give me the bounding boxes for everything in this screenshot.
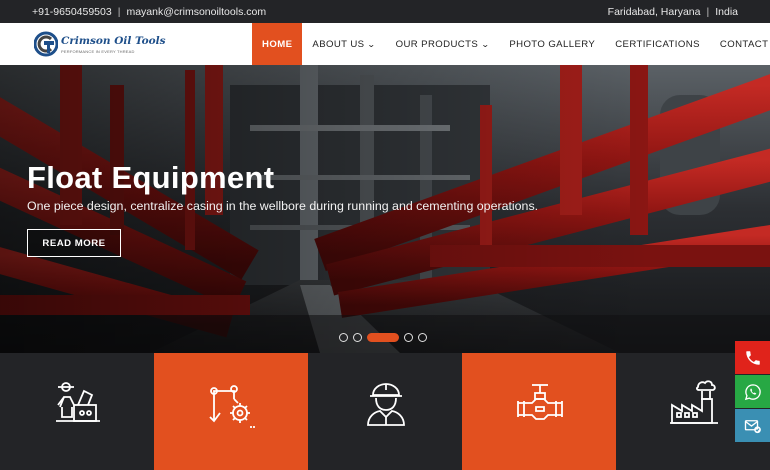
phone-icon [745, 350, 760, 365]
hero-slider: Float Equipment One piece design, centra… [0, 65, 770, 353]
brand-name: Crimson Oil Tools [61, 35, 166, 47]
whatsapp-icon [744, 383, 761, 400]
floating-call-button[interactable] [735, 341, 770, 374]
slider-dot-5[interactable] [418, 332, 427, 342]
brand-logo[interactable]: Crimson Oil Tools PERFORMANCE IN EVERY T… [34, 29, 166, 59]
top-bar-contact: +91-9650459503 | mayank@crimsonoiltools.co… [32, 6, 266, 18]
main-navbar: Crimson Oil Tools PERFORMANCE IN EVERY T… [0, 23, 770, 65]
engineer-machinery-icon [56, 382, 100, 422]
slider-dot-3[interactable] [367, 332, 399, 342]
feature-tile-3[interactable] [308, 353, 462, 470]
logo-mark-icon [34, 31, 58, 57]
feature-tile-2[interactable] [154, 353, 308, 470]
slider-pagination [339, 332, 427, 342]
nav-home-label: HOME [262, 38, 293, 50]
top-bar: +91-9650459503 | mayank@crimsonoiltools.co… [0, 0, 770, 23]
nav-certifications[interactable]: CERTIFICATIONS [605, 23, 710, 65]
hero-title: Float Equipment [27, 160, 275, 195]
nav-home[interactable]: HOME [252, 23, 303, 65]
separator: | [117, 6, 121, 18]
feature-tile-1[interactable] [0, 353, 154, 470]
pipe-valve-icon [517, 384, 563, 420]
slider-dot-4[interactable] [404, 332, 413, 342]
top-bar-location: Faridabad, Haryana | India [608, 6, 738, 18]
nav-our-products-label: OUR PRODUCTS [395, 38, 479, 50]
email-icon [744, 419, 761, 433]
hero-subtitle: One piece design, centralize casing in t… [27, 199, 539, 213]
slider-dot-1[interactable] [339, 332, 348, 342]
read-more-button[interactable]: READ MORE [27, 229, 121, 257]
email-link[interactable]: mayank@crimsonoiltools.com [126, 6, 266, 18]
separator: | [706, 6, 710, 18]
nav-contact-us[interactable]: CONTACT US [710, 23, 770, 65]
floating-whatsapp-button[interactable] [735, 375, 770, 408]
nav-about-us[interactable]: ABOUT US ⌄ [302, 23, 385, 65]
nav-about-us-label: ABOUT US [312, 38, 365, 50]
worker-hardhat-icon [367, 383, 405, 426]
chevron-down-icon: ⌄ [481, 39, 491, 49]
slider-dot-2[interactable] [353, 332, 362, 342]
nav-photo-gallery[interactable]: PHOTO GALLERY [499, 23, 605, 65]
nav-our-products[interactable]: OUR PRODUCTS ⌄ [386, 23, 500, 65]
robotic-arm-gear-icon [209, 385, 255, 428]
factory-icon [670, 380, 718, 424]
feature-tile-4[interactable] [462, 353, 616, 470]
nav-photo-gallery-label: PHOTO GALLERY [509, 38, 596, 50]
nav-contact-us-label: CONTACT US [719, 38, 770, 50]
nav-certifications-label: CERTIFICATIONS [615, 38, 700, 50]
brand-tagline: PERFORMANCE IN EVERY THREAD [61, 49, 135, 54]
nav-menu: HOME ABOUT US ⌄ OUR PRODUCTS ⌄ PHOTO GALLE… [252, 23, 770, 65]
chevron-down-icon: ⌄ [367, 39, 377, 49]
location-country: India [715, 6, 738, 18]
feature-tiles [0, 353, 770, 470]
location-city: Faridabad, Haryana [607, 6, 701, 18]
floating-email-button[interactable] [735, 409, 770, 442]
phone-link[interactable]: +91-9650459503 [32, 6, 112, 18]
